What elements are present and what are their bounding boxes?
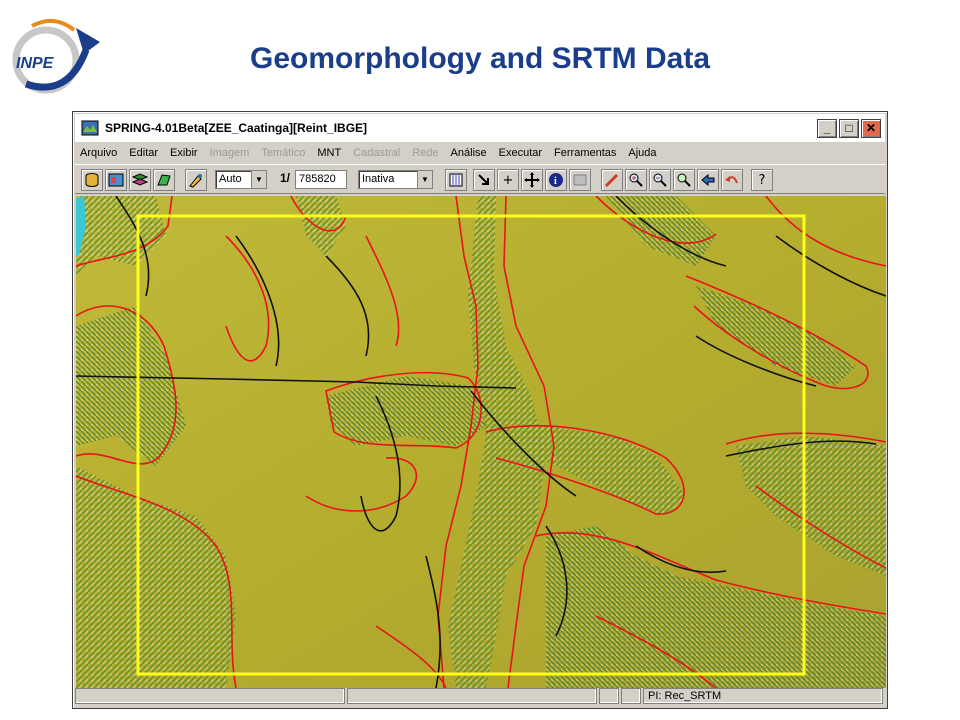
scale-prefix: 1/: [280, 171, 291, 185]
menu-executar[interactable]: Executar: [499, 147, 542, 159]
pointer-down-icon[interactable]: [473, 169, 495, 191]
image-layer-icon[interactable]: [105, 169, 127, 191]
map-canvas[interactable]: [76, 196, 886, 688]
menu-mnt[interactable]: MNT: [317, 147, 341, 159]
polygon-icon[interactable]: [153, 169, 175, 191]
menu-ferramentas[interactable]: Ferramentas: [554, 147, 616, 159]
mode-select-value: Inativa: [362, 173, 395, 185]
crosshair-icon[interactable]: +: [497, 169, 519, 191]
menu-arquivo[interactable]: Arquivo: [80, 147, 117, 159]
menu-exibir[interactable]: Exibir: [170, 147, 198, 159]
map-tool-icon[interactable]: [569, 169, 591, 191]
database-icon[interactable]: [81, 169, 103, 191]
draw-icon[interactable]: [185, 169, 207, 191]
undo-icon[interactable]: [721, 169, 743, 191]
zoom-in-icon[interactable]: [625, 169, 647, 191]
zoom-mode-select[interactable]: Auto ▼: [215, 170, 267, 189]
menu-tematico[interactable]: Temático: [261, 147, 305, 159]
chevron-down-icon: ▼: [251, 171, 266, 188]
srtm-map: [76, 196, 886, 688]
window-titlebar[interactable]: SPRING-4.01Beta[ZEE_Caatinga][Reint_IBGE…: [75, 114, 885, 142]
maximize-button[interactable]: □: [839, 118, 859, 138]
status-cell-4: [621, 688, 641, 704]
slide-title: Geomorphology and SRTM Data: [249, 42, 711, 75]
menu-rede[interactable]: Rede: [412, 147, 438, 159]
status-cell-2: [347, 688, 597, 704]
minimize-button[interactable]: _: [817, 118, 837, 138]
window-title: SPRING-4.01Beta[ZEE_Caatinga][Reint_IBGE…: [105, 121, 368, 135]
menu-cadastral[interactable]: Cadastral: [353, 147, 400, 159]
zoom-out-icon[interactable]: [649, 169, 671, 191]
pan-icon[interactable]: [521, 169, 543, 191]
toolbar: Auto ▼ 1/ 785820 Inativa ▼ + i ?: [75, 164, 885, 194]
menu-ajuda[interactable]: Ajuda: [628, 147, 656, 159]
chevron-down-icon: ▼: [417, 171, 432, 188]
status-cell-3: [599, 688, 619, 704]
status-cell-1: [75, 688, 345, 704]
menu-analise[interactable]: Análise: [451, 147, 487, 159]
spring-window: SPRING-4.01Beta[ZEE_Caatinga][Reint_IBGE…: [72, 111, 888, 709]
status-plan: PI: Rec_SRTM: [643, 688, 883, 704]
app-icon: [81, 120, 99, 136]
pencil-icon[interactable]: [601, 169, 623, 191]
close-button[interactable]: ✕: [861, 118, 881, 138]
menu-imagem[interactable]: Imagem: [210, 147, 250, 159]
back-arrow-icon[interactable]: [697, 169, 719, 191]
menu-bar: Arquivo Editar Exibir Imagem Temático MN…: [75, 143, 885, 163]
layers-icon[interactable]: [129, 169, 151, 191]
mode-select[interactable]: Inativa ▼: [358, 170, 433, 189]
info-icon[interactable]: i: [545, 169, 567, 191]
menu-editar[interactable]: Editar: [129, 147, 158, 159]
scale-input[interactable]: 785820: [295, 170, 347, 189]
zoom-mode-value: Auto: [219, 173, 242, 185]
svg-text:i: i: [554, 176, 557, 187]
table-icon[interactable]: [445, 169, 467, 191]
help-button[interactable]: ?: [751, 169, 773, 191]
zoom-area-icon[interactable]: [673, 169, 695, 191]
status-bar: PI: Rec_SRTM: [75, 688, 885, 706]
